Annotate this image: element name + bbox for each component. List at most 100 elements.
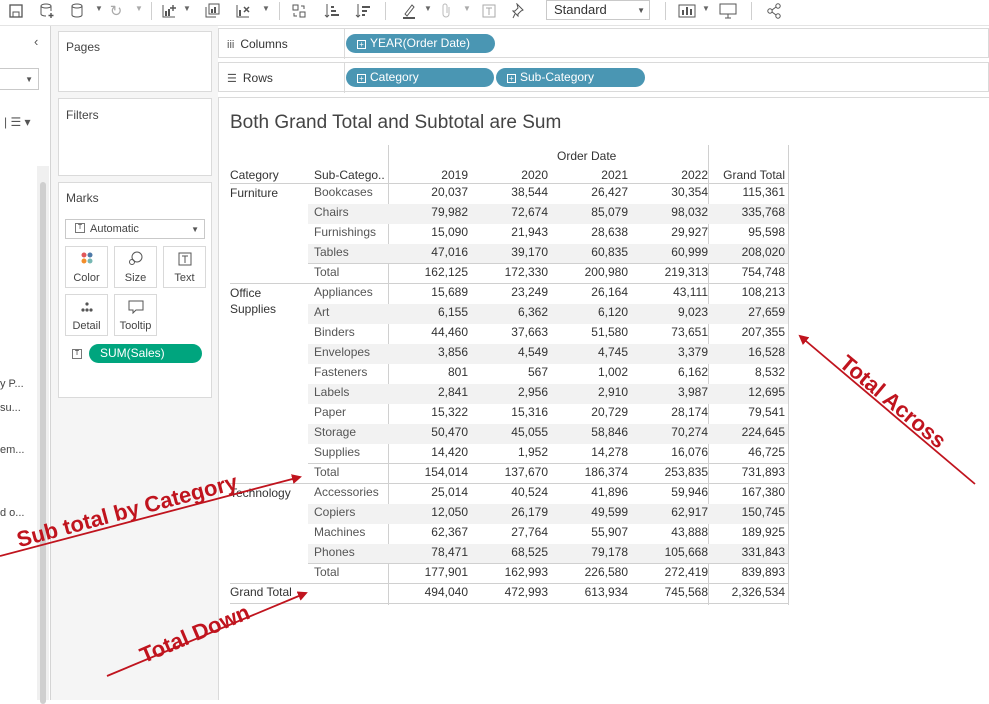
value-cell[interactable]: 28,638 (558, 225, 628, 239)
sort-ascending-icon[interactable] (323, 1, 341, 21)
subtotal-value[interactable]: 219,313 (638, 265, 708, 279)
value-cell[interactable]: 2,841 (398, 385, 468, 399)
value-cell[interactable]: 85,079 (558, 205, 628, 219)
column-header-year[interactable]: 2022 (638, 168, 708, 182)
pin-icon[interactable] (510, 1, 528, 21)
value-cell[interactable]: 26,164 (558, 285, 628, 299)
field-item[interactable]: d o... (0, 507, 30, 519)
value-cell[interactable]: 39,170 (478, 245, 548, 259)
value-cell[interactable]: 58,846 (558, 425, 628, 439)
scrollbar-thumb[interactable] (40, 182, 46, 704)
value-cell[interactable]: 167,380 (715, 485, 785, 499)
value-cell[interactable]: 95,598 (715, 225, 785, 239)
subtotal-value[interactable]: 272,419 (638, 565, 708, 579)
value-cell[interactable]: 15,090 (398, 225, 468, 239)
chevron-down-icon[interactable]: ▼ (262, 4, 270, 13)
chevron-down-icon[interactable]: ▼ (135, 4, 143, 13)
value-cell[interactable]: 27,659 (715, 305, 785, 319)
pages-card[interactable]: Pages (58, 31, 212, 92)
data-pane-scrollbar[interactable] (37, 166, 49, 704)
subtotal-value[interactable]: 731,893 (715, 465, 785, 479)
subtotal-value[interactable]: 200,980 (558, 265, 628, 279)
subtotal-value[interactable]: 754,748 (715, 265, 785, 279)
sub-category-cell[interactable]: Art (314, 305, 329, 319)
field-item[interactable]: su... (0, 402, 30, 414)
value-cell[interactable]: 20,037 (398, 185, 468, 199)
value-cell[interactable]: 55,907 (558, 525, 628, 539)
view-options-icon[interactable]: | ☰ ▾ (4, 115, 31, 129)
sub-category-cell[interactable]: Labels (314, 385, 349, 399)
value-cell[interactable]: 41,896 (558, 485, 628, 499)
value-cell[interactable]: 79,178 (558, 545, 628, 559)
collapse-pane-icon[interactable]: ‹ (34, 34, 38, 49)
value-cell[interactable]: 21,943 (478, 225, 548, 239)
chevron-down-icon[interactable]: ▼ (702, 4, 710, 13)
value-cell[interactable]: 59,946 (638, 485, 708, 499)
clear-sheet-icon[interactable] (234, 1, 252, 21)
value-cell[interactable]: 4,549 (478, 345, 548, 359)
mark-type-select[interactable]: T Automatic ▼ (65, 219, 205, 239)
value-cell[interactable]: 335,768 (715, 205, 785, 219)
column-header-year[interactable]: 2021 (558, 168, 628, 182)
value-cell[interactable]: 62,367 (398, 525, 468, 539)
value-cell[interactable]: 8,532 (715, 365, 785, 379)
value-cell[interactable]: 20,729 (558, 405, 628, 419)
share-icon[interactable] (764, 1, 784, 21)
subtotal-value[interactable]: 172,330 (478, 265, 548, 279)
subtotal-value[interactable]: 137,670 (478, 465, 548, 479)
value-cell[interactable]: 26,179 (478, 505, 548, 519)
value-cell[interactable]: 28,174 (638, 405, 708, 419)
value-cell[interactable]: 1,002 (558, 365, 628, 379)
value-cell[interactable]: 14,278 (558, 445, 628, 459)
value-cell[interactable]: 62,917 (638, 505, 708, 519)
value-cell[interactable]: 45,055 (478, 425, 548, 439)
value-cell[interactable]: 2,910 (558, 385, 628, 399)
value-cell[interactable]: 108,213 (715, 285, 785, 299)
value-cell[interactable]: 1,952 (478, 445, 548, 459)
subtotal-value[interactable]: 226,580 (558, 565, 628, 579)
value-cell[interactable]: 79,541 (715, 405, 785, 419)
value-cell[interactable]: 38,544 (478, 185, 548, 199)
chevron-down-icon[interactable]: ▼ (424, 4, 432, 13)
value-cell[interactable]: 208,020 (715, 245, 785, 259)
grand-total-value[interactable]: 613,934 (558, 585, 628, 599)
grand-total-value[interactable]: 494,040 (398, 585, 468, 599)
value-cell[interactable]: 25,014 (398, 485, 468, 499)
value-cell[interactable]: 50,470 (398, 425, 468, 439)
chevron-down-icon[interactable]: ▼ (95, 4, 103, 13)
value-cell[interactable]: 72,674 (478, 205, 548, 219)
value-cell[interactable]: 49,599 (558, 505, 628, 519)
value-cell[interactable]: 73,651 (638, 325, 708, 339)
size-button[interactable]: Size (114, 246, 157, 288)
value-cell[interactable]: 43,888 (638, 525, 708, 539)
columns-shelf[interactable]: iii Columns + YEAR(Order Date) (218, 28, 989, 59)
value-cell[interactable]: 3,379 (638, 345, 708, 359)
sub-category-cell[interactable]: Binders (314, 325, 355, 339)
value-cell[interactable]: 60,999 (638, 245, 708, 259)
grand-total-label[interactable]: Grand Total (230, 585, 292, 599)
category-header[interactable]: Category (230, 168, 279, 182)
subtotal-label[interactable]: Total (314, 465, 339, 479)
subtotal-value[interactable]: 162,125 (398, 265, 468, 279)
value-cell[interactable]: 14,420 (398, 445, 468, 459)
column-header-year[interactable]: 2019 (398, 168, 468, 182)
value-cell[interactable]: 26,427 (558, 185, 628, 199)
sort-descending-icon[interactable] (354, 1, 372, 21)
sub-category-cell[interactable]: Copiers (314, 505, 355, 519)
subtotal-value[interactable]: 186,374 (558, 465, 628, 479)
sub-category-cell[interactable]: Paper (314, 405, 346, 419)
column-header-grand-total[interactable]: Grand Total (715, 168, 785, 182)
value-cell[interactable]: 27,764 (478, 525, 548, 539)
text-button[interactable]: Text (163, 246, 206, 288)
sub-category-cell[interactable]: Phones (314, 545, 355, 559)
sub-category-header[interactable]: Sub-Catego.. (314, 168, 385, 182)
subtotal-value[interactable]: 253,835 (638, 465, 708, 479)
sub-category-pill[interactable]: + Sub-Category (496, 68, 645, 87)
value-cell[interactable]: 46,725 (715, 445, 785, 459)
chevron-down-icon[interactable]: ▼ (183, 4, 191, 13)
sub-category-cell[interactable]: Bookcases (314, 185, 373, 199)
value-cell[interactable]: 23,249 (478, 285, 548, 299)
new-worksheet-icon[interactable] (160, 1, 178, 21)
category-pill[interactable]: + Category (346, 68, 494, 87)
field-item[interactable]: em... (0, 444, 30, 456)
